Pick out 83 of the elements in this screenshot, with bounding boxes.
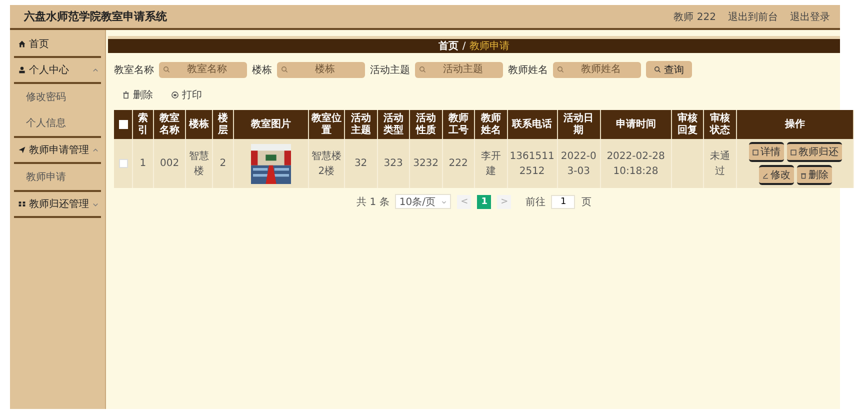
table-cell: 002 [153, 139, 186, 188]
column-header: 教室图片 [233, 110, 308, 139]
table-cell: 1 [132, 139, 154, 188]
search-field[interactable]: 教师姓名 [553, 62, 641, 78]
search-icon [419, 66, 426, 73]
column-header: 楼层 [212, 110, 234, 139]
table-cell: 3232 [410, 139, 442, 188]
row-action-button[interactable]: 修改 [758, 165, 794, 185]
table-cell: 32 [344, 139, 378, 188]
square-icon [790, 148, 796, 156]
column-header: 联系电话 [507, 110, 558, 139]
search-field[interactable]: 教室名称 [159, 62, 247, 78]
row-checkbox[interactable] [118, 158, 128, 168]
sidebar-item[interactable]: 教师申请管理 [14, 138, 101, 164]
user-label: 教师 222 [674, 10, 716, 24]
table-cell: 2 [212, 139, 234, 188]
search-icon [163, 66, 170, 73]
sidebar-subitem[interactable]: 教师申请 [14, 164, 101, 192]
header-link[interactable]: 退出到前台 [728, 10, 778, 24]
print-button[interactable]: 打印 [171, 88, 202, 102]
search-button[interactable]: 查询 [646, 61, 692, 78]
column-header: 索引 [132, 110, 154, 139]
breadcrumb-link[interactable]: 首页 [438, 39, 458, 53]
field-label: 活动主题 [370, 64, 410, 76]
sidebar-subitem[interactable]: 修改密码 [14, 84, 101, 110]
search-icon [557, 66, 564, 73]
column-header: 操作 [736, 110, 854, 139]
sidebar-item[interactable]: 个人中心 [14, 58, 101, 84]
search-field[interactable]: 活动主题 [415, 62, 503, 78]
column-header: 审核状态 [704, 110, 736, 139]
user-icon [18, 66, 26, 74]
page-size-select[interactable]: 10条/页 [395, 194, 452, 209]
table-cell: 13615112512 [507, 139, 558, 188]
chevron-icon [441, 198, 448, 204]
field-label: 教师姓名 [508, 64, 548, 76]
breadcrumb-current: 教师申请 [470, 40, 510, 53]
sidebar-subitem[interactable]: 个人信息 [14, 110, 101, 138]
trash-icon [122, 91, 130, 99]
row-action-button[interactable]: 删除 [796, 165, 832, 185]
total-count: 共 1 条 [356, 196, 390, 208]
column-header: 申请时间 [600, 110, 672, 139]
column-header: 教室名称 [153, 110, 186, 139]
grid-icon [18, 200, 26, 208]
goto-page-field[interactable]: 1 [551, 194, 576, 208]
header-link[interactable]: 退出登录 [790, 10, 830, 24]
column-header: 活动日期 [557, 110, 600, 139]
column-header: 楼栋 [186, 110, 212, 139]
delete-button[interactable]: 删除 [122, 88, 153, 102]
field-label: 楼栋 [252, 64, 272, 76]
app-title: 六盘水师范学院教室申请系统 [24, 9, 167, 24]
column-header: 活动类型 [377, 110, 410, 139]
column-header: 活动主题 [344, 110, 378, 139]
square-icon [752, 148, 758, 156]
select-all-checkbox[interactable] [118, 120, 128, 129]
table-cell: 222 [442, 139, 475, 188]
sidebar-item[interactable]: 首页 [14, 32, 101, 58]
send-icon [18, 146, 26, 154]
column-header: 活动性质 [410, 110, 442, 139]
row-action-button[interactable]: 详情 [748, 142, 784, 162]
column-header: 教室位置 [308, 110, 345, 139]
table-cell: 2022-03-03 [557, 139, 600, 188]
home-icon [18, 40, 26, 48]
search-field[interactable]: 楼栋 [277, 62, 365, 78]
table-cell: 李开建 [474, 139, 508, 188]
table-cell: 未通过 [704, 139, 736, 188]
row-action-button[interactable]: 教师归还 [786, 142, 842, 162]
field-label: 教室名称 [114, 64, 154, 76]
column-header: 教师姓名 [474, 110, 508, 139]
pencil-icon [762, 172, 768, 178]
breadcrumb-separator: / [462, 40, 466, 52]
table-cell: 323 [377, 139, 410, 188]
trash-icon [800, 172, 806, 178]
column-header: 审核回复 [671, 110, 704, 139]
table-cell: 2022-02-28 10:18:28 [600, 139, 672, 188]
sidebar-item[interactable]: 教师归还管理 [14, 192, 101, 218]
search-icon [281, 66, 288, 73]
goto-label: 前往 [525, 196, 546, 208]
printer-icon [171, 91, 179, 99]
table-cell: 智慧楼2楼 [308, 139, 345, 188]
goto-suffix: 页 [581, 196, 592, 208]
column-header: 教师工号 [442, 110, 475, 139]
search-icon [654, 66, 661, 73]
table-cell: 智慧楼 [186, 139, 212, 188]
